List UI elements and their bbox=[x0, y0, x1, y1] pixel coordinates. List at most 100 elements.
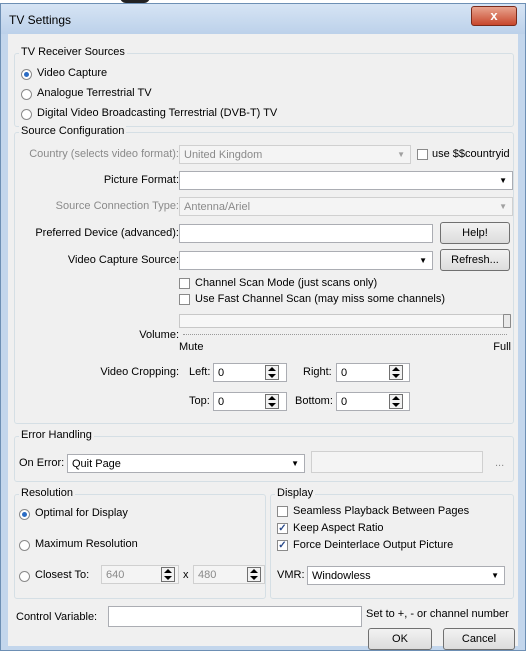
crop-left-spinner[interactable] bbox=[265, 365, 279, 380]
radio-dvbt-tv-label: Digital Video Broadcasting Terrestrial (… bbox=[37, 107, 278, 119]
keep-aspect-label: Keep Aspect Ratio bbox=[293, 522, 384, 534]
connection-type-value: Antenna/Ariel bbox=[184, 201, 251, 213]
spinner-arrows-icon bbox=[389, 394, 403, 409]
volume-slider-track[interactable] bbox=[179, 314, 511, 328]
seamless-playback-checkbox[interactable] bbox=[277, 506, 288, 517]
chevron-down-icon: ▼ bbox=[291, 459, 299, 468]
closest-width-value: 640 bbox=[106, 569, 125, 581]
country-value: United Kingdom bbox=[184, 149, 263, 161]
radio-maximum-resolution[interactable] bbox=[19, 540, 30, 551]
crop-right-value: 0 bbox=[341, 367, 348, 379]
times-separator: x bbox=[183, 569, 189, 581]
spinner-arrows-icon bbox=[389, 365, 403, 380]
refresh-button[interactable]: Refresh... bbox=[440, 249, 510, 271]
crop-right-spinner[interactable] bbox=[389, 365, 403, 380]
connection-type-label: Source Connection Type: bbox=[55, 200, 179, 212]
chevron-down-icon: ▼ bbox=[499, 176, 507, 185]
radio-optimal-display[interactable] bbox=[19, 509, 30, 520]
countryid-checkbox[interactable] bbox=[417, 149, 428, 160]
video-capture-source-label: Video Capture Source: bbox=[67, 254, 179, 266]
source-config-group: Source Configuration Country (selects vi… bbox=[14, 125, 514, 424]
closest-height-spinner[interactable] bbox=[247, 567, 261, 582]
radio-video-capture[interactable] bbox=[21, 69, 32, 80]
close-icon: x bbox=[490, 8, 498, 23]
crop-left-label: Left: bbox=[189, 366, 211, 378]
source-config-legend: Source Configuration bbox=[19, 125, 127, 137]
volume-full-label: Full bbox=[493, 341, 511, 353]
vmr-value: Windowless bbox=[312, 570, 371, 582]
spinner-arrows-icon bbox=[161, 567, 175, 582]
ok-button[interactable]: OK bbox=[368, 628, 432, 650]
control-variable-input[interactable] bbox=[108, 606, 362, 627]
on-error-browse-button[interactable]: ... bbox=[495, 457, 504, 469]
radio-maximum-resolution-label: Maximum Resolution bbox=[35, 538, 138, 550]
volume-slider-handle[interactable] bbox=[503, 314, 511, 328]
crop-top-spinner[interactable] bbox=[265, 394, 279, 409]
video-capture-source-select[interactable]: ▼ bbox=[179, 251, 433, 270]
close-button[interactable]: x bbox=[471, 6, 517, 26]
control-variable-label: Control Variable: bbox=[16, 611, 98, 623]
radio-optimal-display-label: Optimal for Display bbox=[35, 507, 128, 519]
crop-right-label: Right: bbox=[303, 366, 332, 378]
radio-closest-to-label: Closest To: bbox=[35, 569, 90, 581]
help-button[interactable]: Help! bbox=[440, 222, 510, 244]
error-handling-group: Error Handling On Error: Quit Page ▼ ... bbox=[14, 429, 514, 482]
vmr-label: VMR: bbox=[277, 569, 305, 581]
spinner-arrows-icon bbox=[247, 567, 261, 582]
volume-mute-label: Mute bbox=[179, 341, 204, 353]
tv-settings-window: TV Settings x TV Receiver Sources Video … bbox=[0, 3, 526, 651]
on-error-target-input[interactable] bbox=[311, 451, 483, 473]
cancel-button[interactable]: Cancel bbox=[443, 628, 515, 650]
video-cropping-label: Video Cropping: bbox=[100, 366, 179, 378]
picture-format-select[interactable]: ▼ bbox=[179, 171, 513, 190]
error-handling-legend: Error Handling bbox=[19, 429, 94, 441]
title-bar: TV Settings x bbox=[1, 4, 525, 34]
fast-channel-scan-checkbox[interactable] bbox=[179, 294, 190, 305]
window-title: TV Settings bbox=[9, 13, 72, 27]
crop-bottom-spinner[interactable] bbox=[389, 394, 403, 409]
crop-left-value: 0 bbox=[218, 367, 225, 379]
closest-height-value: 480 bbox=[198, 569, 217, 581]
radio-closest-to[interactable] bbox=[19, 571, 30, 582]
crop-bottom-label: Bottom: bbox=[295, 395, 333, 407]
chevron-down-icon: ▼ bbox=[397, 150, 405, 159]
keep-aspect-checkbox[interactable]: ✓ bbox=[277, 523, 288, 534]
radio-video-capture-label: Video Capture bbox=[37, 67, 108, 79]
volume-ticks bbox=[183, 334, 507, 338]
chevron-down-icon: ▼ bbox=[491, 571, 499, 580]
country-label: Country (selects video format): bbox=[29, 148, 179, 160]
chevron-down-icon: ▼ bbox=[419, 256, 427, 265]
chevron-down-icon: ▼ bbox=[499, 202, 507, 211]
display-legend: Display bbox=[275, 487, 316, 499]
preferred-device-label: Preferred Device (advanced): bbox=[35, 227, 179, 239]
volume-label: Volume: bbox=[139, 329, 179, 341]
countryid-label: use $$countryid bbox=[432, 148, 510, 160]
radio-analogue-tv[interactable] bbox=[21, 89, 32, 100]
on-error-label: On Error: bbox=[19, 457, 65, 469]
channel-scan-mode-label: Channel Scan Mode (just scans only) bbox=[195, 277, 378, 289]
on-error-select[interactable]: Quit Page ▼ bbox=[67, 454, 305, 473]
control-variable-hint: Set to +, - or channel number bbox=[366, 608, 509, 620]
on-error-value: Quit Page bbox=[72, 458, 121, 470]
resolution-group: Resolution Optimal for Display Maximum R… bbox=[14, 487, 266, 599]
receiver-sources-group: TV Receiver Sources Video Capture Analog… bbox=[14, 46, 514, 127]
dialog-client-area: TV Receiver Sources Video Capture Analog… bbox=[8, 34, 518, 646]
preferred-device-input[interactable] bbox=[179, 224, 433, 243]
seamless-playback-label: Seamless Playback Between Pages bbox=[293, 505, 470, 517]
receiver-sources-legend: TV Receiver Sources bbox=[19, 46, 127, 58]
picture-format-label: Picture Format: bbox=[103, 174, 179, 186]
channel-scan-mode-checkbox[interactable] bbox=[179, 278, 190, 289]
country-select[interactable]: United Kingdom ▼ bbox=[179, 145, 411, 164]
display-group: Display Seamless Playback Between Pages … bbox=[270, 487, 514, 599]
crop-bottom-value: 0 bbox=[341, 396, 348, 408]
resolution-legend: Resolution bbox=[19, 487, 75, 499]
force-deinterlace-checkbox[interactable]: ✓ bbox=[277, 540, 288, 551]
radio-analogue-tv-label: Analogue Terrestrial TV bbox=[37, 87, 152, 99]
radio-dvbt-tv[interactable] bbox=[21, 109, 32, 120]
crop-top-label: Top: bbox=[189, 395, 210, 407]
vmr-select[interactable]: Windowless ▼ bbox=[307, 566, 505, 585]
spinner-arrows-icon bbox=[265, 365, 279, 380]
connection-type-select[interactable]: Antenna/Ariel ▼ bbox=[179, 197, 513, 216]
closest-width-spinner[interactable] bbox=[161, 567, 175, 582]
force-deinterlace-label: Force Deinterlace Output Picture bbox=[293, 539, 454, 551]
